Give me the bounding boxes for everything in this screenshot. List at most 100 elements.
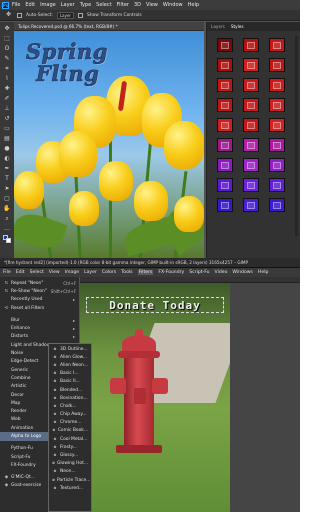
logo-menu-item[interactable]: ▪ 3D Outline... [49,345,91,353]
style-swatch[interactable] [217,98,233,112]
healing-tool-icon[interactable]: ✚ [3,85,12,93]
ps-canvas[interactable]: Spring Fling [14,31,204,258]
style-swatch[interactable] [243,158,259,172]
style-swatch[interactable] [269,138,285,152]
logo-menu-item[interactable]: ▪ Blended... [49,386,91,394]
gimp-menu-help[interactable]: Help [258,270,268,275]
ps-menu-view[interactable]: View [146,2,158,8]
stamp-tool-icon[interactable]: ⊥ [3,105,12,113]
style-swatch[interactable] [217,158,233,172]
gimp-menu-edit[interactable]: Edit [16,270,25,275]
type-tool-icon[interactable]: T [3,175,12,183]
gimp-canvas[interactable]: Donate Today [80,283,230,512]
logo-menu-item[interactable]: ▪ Glowing Hot... [49,460,91,468]
transform-controls-checkbox[interactable] [78,12,84,18]
color-swatches-icon[interactable] [2,235,12,243]
gimp-menu-file[interactable]: File [3,270,11,275]
pen-tool-icon[interactable]: ✒ [3,165,12,173]
style-swatch[interactable] [217,38,233,52]
style-swatch[interactable] [217,178,233,192]
filters-menu-item[interactable]: Enhance ▸ [0,324,79,332]
path-select-tool-icon[interactable]: ➤ [3,185,12,193]
logo-menu-item[interactable]: ▪ Alien Neon... [49,361,91,369]
logo-menu-item[interactable]: ▪ Frosty... [49,443,91,451]
style-swatch[interactable] [243,58,259,72]
quick-select-tool-icon[interactable]: ✎ [3,55,12,63]
brush-tool-icon[interactable]: ✐ [3,95,12,103]
gimp-menu-select[interactable]: Select [30,270,44,275]
gimp-menu-view[interactable]: View [49,270,60,275]
auto-select-dropdown[interactable]: Layer [56,11,75,19]
tab-styles[interactable]: Styles [231,24,244,29]
style-swatch[interactable] [269,78,285,92]
gimp-menu-video[interactable]: Video [215,270,228,275]
style-swatch[interactable] [243,198,259,212]
style-swatch[interactable] [243,138,259,152]
zoom-tool-icon[interactable]: ⌕ [3,215,12,223]
logo-menu-item[interactable]: ▪ Cool Metal... [49,435,91,443]
auto-select-checkbox[interactable] [17,12,22,18]
style-swatch[interactable] [217,138,233,152]
style-swatch[interactable] [243,118,259,132]
filters-menu-item[interactable]: Blur ▸ [0,316,79,324]
gimp-menu-tools[interactable]: Tools [121,270,132,275]
more-tools-icon[interactable]: … [3,225,12,233]
ps-document-tab[interactable]: Tulips Recovered.psd @ 66.7% (text, RGB/… [14,22,204,31]
ps-menu-edit[interactable]: Edit [25,2,35,8]
move-tool-icon[interactable]: ✥ [3,25,12,33]
ps-menu-file[interactable]: File [12,2,20,8]
ps-menu-image[interactable]: Image [40,2,56,8]
logo-menu-item[interactable]: ▪ Neon... [49,468,91,476]
style-swatch[interactable] [243,98,259,112]
style-swatch[interactable] [243,38,259,52]
style-swatch[interactable] [217,58,233,72]
logo-menu-item[interactable]: ▪ Bovination... [49,394,91,402]
tab-layers[interactable]: Layers [211,24,225,29]
eraser-tool-icon[interactable]: ▭ [3,125,12,133]
blur-tool-icon[interactable]: ● [3,145,12,153]
ps-menu-help[interactable]: Help [188,2,199,8]
logo-menu-item[interactable]: ▪ Chrome... [49,419,91,427]
logo-menu-item[interactable]: ▪ Basic I... [49,370,91,378]
ps-menu-layer[interactable]: Layer [61,2,75,8]
logo-menu-item[interactable]: ▪ Alien Glow... [49,353,91,361]
filters-menu-item[interactable]: ↻ Repeat "Neon" Ctrl+F [0,279,79,287]
ps-menu-filter[interactable]: Filter [117,2,129,8]
logo-menu-item[interactable]: ▪ Particle Trace... [49,476,91,484]
logo-menu-item[interactable]: ▪ Chip Away... [49,411,91,419]
ps-menu-type[interactable]: Type [80,2,91,8]
gimp-menu-colors[interactable]: Colors [102,270,116,275]
history-brush-tool-icon[interactable]: ↺ [3,115,12,123]
logo-menu-item[interactable]: ▪ Chalk... [49,402,91,410]
style-swatch[interactable] [269,178,285,192]
gimp-menu-windows[interactable]: Windows [232,270,253,275]
shape-tool-icon[interactable]: ▢ [3,195,12,203]
style-swatch[interactable] [269,98,285,112]
logo-menu-item[interactable]: ▪ Textured... [49,484,91,492]
style-swatch[interactable] [269,58,285,72]
crop-tool-icon[interactable]: ⌗ [3,65,12,73]
style-swatch[interactable] [243,78,259,92]
style-swatch[interactable] [269,198,285,212]
gradient-tool-icon[interactable]: ▤ [3,135,12,143]
filters-menu-item[interactable]: Recently Used ▸ [0,296,79,304]
ps-menu-select[interactable]: Select [96,2,111,8]
gimp-menu-script-fu[interactable]: Script-Fu [189,270,209,275]
style-swatch[interactable] [269,158,285,172]
style-swatch[interactable] [269,118,285,132]
filters-menu-item[interactable]: Distorts ▸ [0,333,79,341]
eyedropper-tool-icon[interactable]: ⌇ [3,75,12,83]
logo-menu-item[interactable]: ▪ Glossy... [49,451,91,459]
move-tool-icon[interactable]: ✥ [4,11,13,19]
style-swatch[interactable] [243,178,259,192]
ps-menu-3d[interactable]: 3D [134,2,141,8]
dodge-tool-icon[interactable]: ◐ [3,155,12,163]
filters-menu-item[interactable]: ⟲ Reset all Filters [0,304,79,312]
style-swatch[interactable] [217,78,233,92]
lasso-tool-icon[interactable]: ʘ [3,45,12,53]
gimp-menu-filters[interactable]: Filters [137,270,154,275]
logo-menu-item[interactable]: ▪ Basic II... [49,378,91,386]
hand-tool-icon[interactable]: ✋ [3,205,12,213]
filters-menu-item[interactable]: ↻ Re-Show "Neon" Shift+Ctrl+F [0,287,79,295]
style-swatch[interactable] [269,38,285,52]
